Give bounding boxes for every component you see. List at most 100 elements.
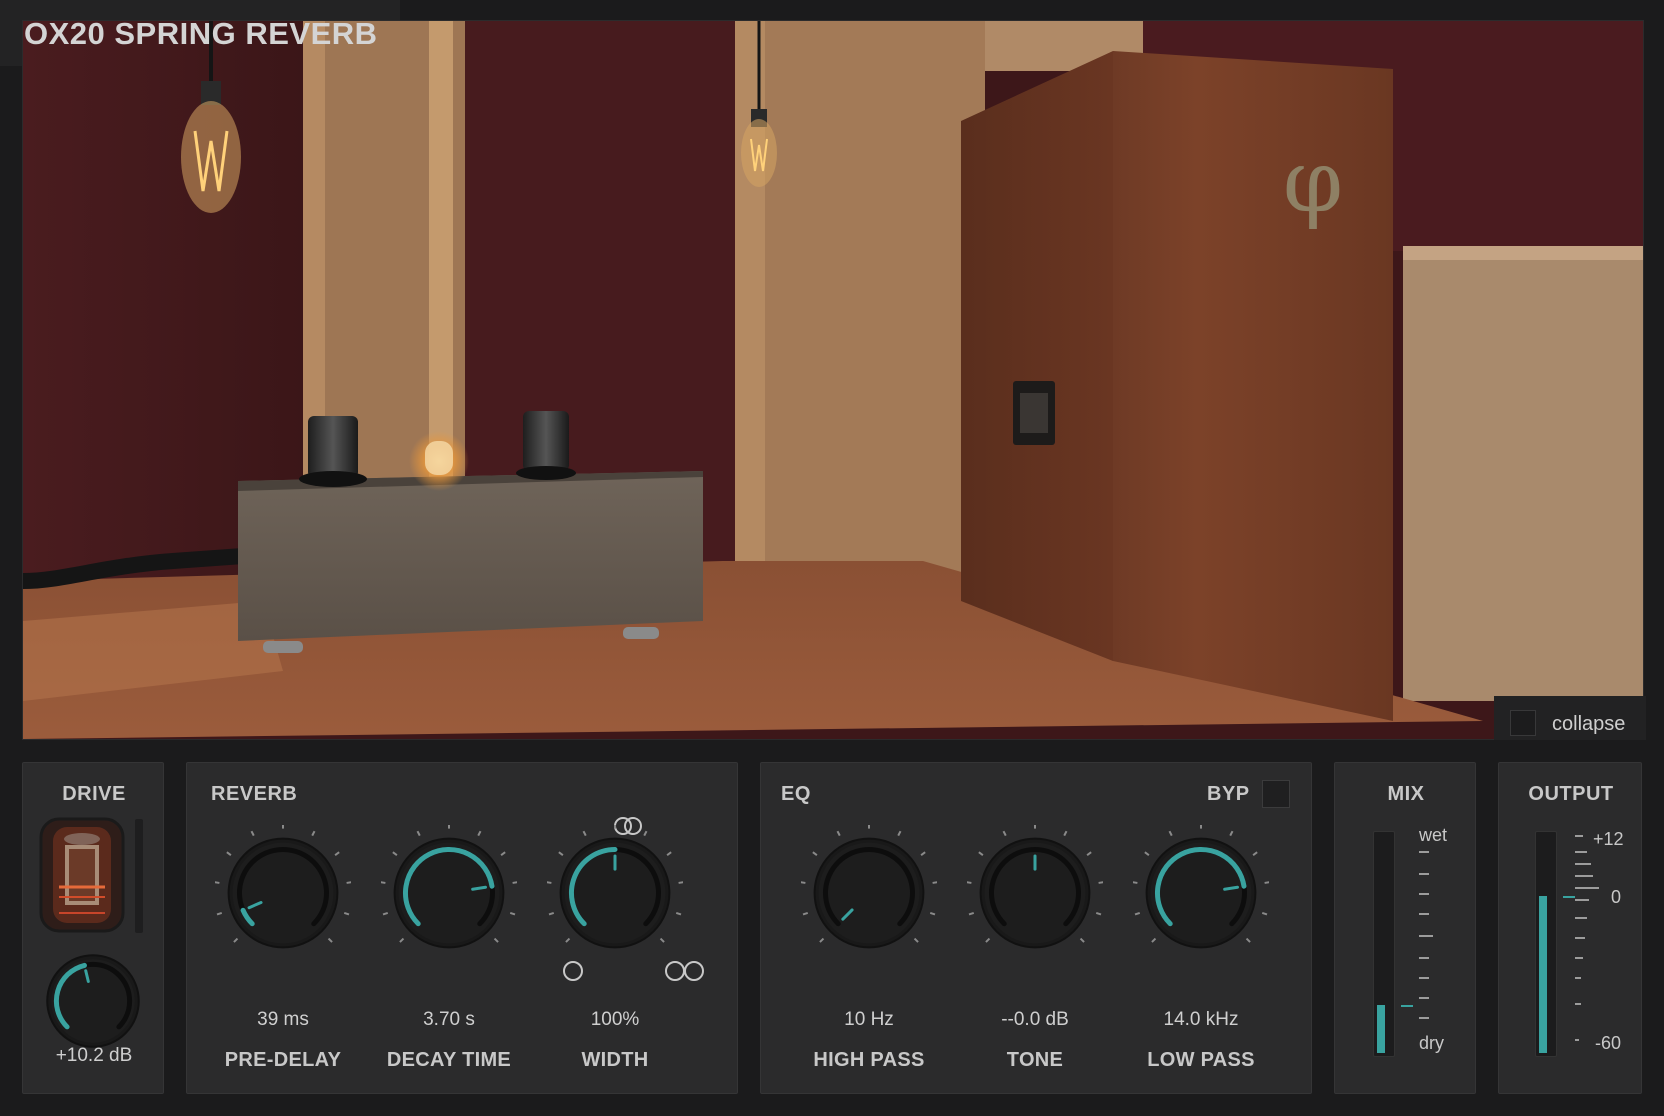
knob-tick bbox=[659, 937, 665, 943]
scale-tick bbox=[1575, 887, 1599, 889]
tone-knob[interactable] bbox=[967, 825, 1103, 961]
knob-tick bbox=[836, 830, 841, 837]
reverb-panel: REVERB 39 ms PRE-DELAY 3.70 s DECAY TIME… bbox=[186, 762, 738, 1094]
knob-tick bbox=[978, 851, 984, 856]
mix-slider-handle[interactable] bbox=[1401, 1005, 1413, 1008]
collapse-checkbox[interactable] bbox=[1510, 710, 1536, 736]
knob-tick bbox=[1229, 830, 1234, 837]
knob-tick bbox=[512, 881, 517, 884]
knob-tick bbox=[565, 937, 571, 943]
output-title: OUTPUT bbox=[1528, 783, 1614, 805]
scale-tick bbox=[1419, 977, 1429, 979]
eq-title: EQ bbox=[781, 783, 811, 805]
knob-tick bbox=[666, 851, 672, 856]
knob-tick bbox=[1133, 881, 1138, 884]
scale-tick bbox=[1575, 1039, 1579, 1041]
knob-tick bbox=[1002, 830, 1007, 837]
scale-tick bbox=[1419, 935, 1433, 937]
knob-tick bbox=[509, 911, 516, 916]
drive-value: +10.2 dB bbox=[55, 1045, 133, 1066]
output-panel: OUTPUT +12 0 -60 bbox=[1498, 762, 1642, 1094]
knob-pointer bbox=[471, 885, 488, 891]
scale-tick bbox=[1419, 997, 1429, 999]
knob-tick bbox=[1086, 851, 1092, 856]
collapse-label[interactable]: collapse bbox=[1552, 713, 1625, 736]
output-meter-fill bbox=[1539, 896, 1547, 1053]
knob-tick bbox=[477, 830, 482, 837]
knob-tick bbox=[802, 911, 809, 916]
scale-tick bbox=[1575, 851, 1587, 853]
knob-tick bbox=[311, 830, 316, 837]
knob-tick bbox=[812, 851, 818, 856]
knob-tick bbox=[675, 911, 682, 916]
knob-tick bbox=[1245, 937, 1251, 943]
svg-text:φ: φ bbox=[1283, 132, 1343, 232]
knob-tick bbox=[416, 830, 421, 837]
decay-time-value: 3.70 s bbox=[423, 1009, 475, 1030]
knob-tick bbox=[382, 911, 389, 916]
knob-tick bbox=[582, 830, 587, 837]
width-value: 100% bbox=[590, 1009, 640, 1030]
high-pass-value: 10 Hz bbox=[844, 1009, 894, 1030]
scale-tick bbox=[1575, 917, 1587, 919]
knob-tick bbox=[1151, 937, 1157, 943]
knob-tick bbox=[500, 851, 506, 856]
knob-tick bbox=[643, 830, 648, 837]
knob-tick bbox=[913, 937, 919, 943]
scale-tick bbox=[1575, 937, 1585, 939]
app-title: OX20 SPRING REVERB bbox=[24, 16, 378, 51]
decay-time-knob[interactable] bbox=[381, 825, 517, 961]
knob-tick bbox=[215, 881, 220, 884]
knob-tick bbox=[920, 851, 926, 856]
knob-tick bbox=[932, 881, 937, 884]
low-pass-knob[interactable] bbox=[1133, 825, 1269, 961]
width-knob[interactable] bbox=[547, 825, 683, 961]
pre-delay-label: PRE-DELAY bbox=[224, 1049, 342, 1071]
wide-stereo-icon bbox=[665, 961, 704, 981]
knob-tick bbox=[216, 911, 223, 916]
knob-tick bbox=[233, 937, 239, 943]
pre-delay-knob[interactable] bbox=[215, 825, 351, 961]
tone-value: --0.0 dB bbox=[1001, 1009, 1069, 1030]
knob-tick bbox=[343, 911, 350, 916]
knob-tick bbox=[250, 830, 255, 837]
knob-tick bbox=[334, 851, 340, 856]
drive-panel: DRIVE +10.2 dB bbox=[22, 762, 164, 1094]
drive-knob[interactable] bbox=[41, 949, 145, 1053]
knob-tick bbox=[381, 881, 386, 884]
eq-bypass-toggle[interactable] bbox=[1262, 780, 1290, 808]
knob-tick bbox=[1264, 881, 1269, 884]
knob-tick bbox=[1095, 911, 1102, 916]
scale-tick bbox=[1575, 957, 1583, 959]
mix-scale bbox=[1419, 763, 1439, 1095]
scale-tick bbox=[1575, 863, 1591, 865]
scale-tick bbox=[1419, 1017, 1429, 1019]
knob-tick bbox=[1063, 830, 1068, 837]
knob-tick bbox=[678, 881, 683, 884]
knob-tick bbox=[558, 851, 564, 856]
knob-tick bbox=[548, 911, 555, 916]
low-pass-value: 14.0 kHz bbox=[1163, 1009, 1239, 1030]
scale-tick bbox=[1575, 1003, 1581, 1005]
knob-tick bbox=[967, 881, 972, 884]
knob-tick bbox=[1168, 830, 1173, 837]
knob-tick bbox=[226, 851, 232, 856]
mix-panel: MIX wet dry bbox=[1334, 762, 1476, 1094]
scale-tick bbox=[1419, 913, 1429, 915]
reverb-title: REVERB bbox=[211, 783, 298, 805]
scale-tick bbox=[1419, 893, 1429, 895]
high-pass-knob[interactable] bbox=[801, 825, 937, 961]
scale-tick bbox=[1419, 873, 1429, 875]
knob-tick bbox=[1079, 937, 1085, 943]
knob-tick bbox=[493, 937, 499, 943]
output-gain-handle[interactable] bbox=[1563, 896, 1575, 899]
knob-tick bbox=[547, 881, 552, 884]
knob-tick bbox=[399, 937, 405, 943]
scale-tick bbox=[1575, 875, 1593, 877]
drive-led-meter bbox=[135, 819, 143, 933]
knob-tick bbox=[346, 881, 351, 884]
scale-tick bbox=[1575, 835, 1583, 837]
eq-panel: EQ BYP 10 Hz HIGH PASS --0.0 dB TONE 14.… bbox=[760, 762, 1312, 1094]
drive-title: DRIVE bbox=[62, 783, 126, 805]
mono-icon bbox=[563, 961, 583, 981]
